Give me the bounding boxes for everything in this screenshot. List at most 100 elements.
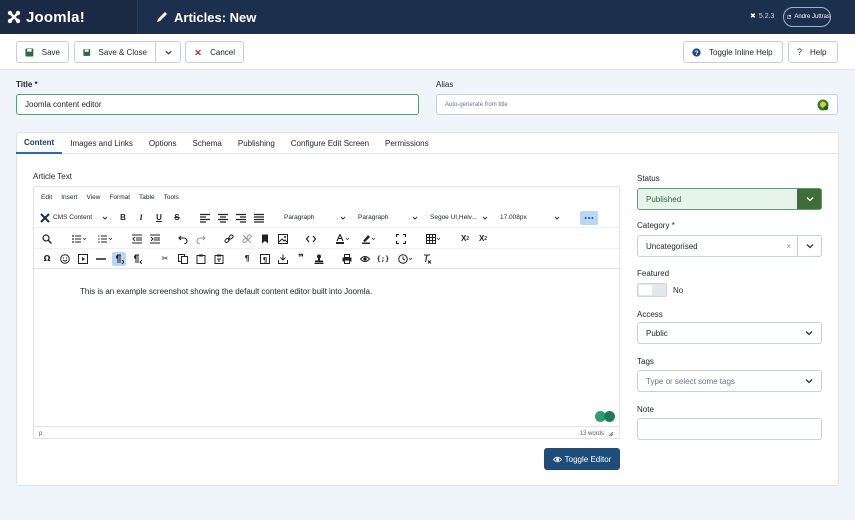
align-right-icon[interactable]	[234, 211, 248, 225]
tab-options[interactable]: Options	[141, 132, 185, 154]
category-dropdown-toggle[interactable]	[797, 236, 821, 256]
unlink-icon[interactable]	[240, 232, 254, 246]
insert-template-icon[interactable]	[276, 252, 290, 266]
numbered-list-icon[interactable]: 123	[94, 232, 116, 246]
editor-toolbar-row-2: 123 X2 X2	[34, 229, 619, 249]
editor-paragraph[interactable]: This is an example screenshot showing th…	[80, 287, 372, 296]
code-sample-icon[interactable]: {;}	[376, 252, 390, 266]
print-icon[interactable]	[340, 252, 354, 266]
save-close-button[interactable]: Save & Close	[75, 42, 156, 62]
toggle-editor-button[interactable]: Toggle Editor	[544, 448, 620, 470]
cut-icon[interactable]: ✂	[158, 252, 172, 266]
cms-content-dropdown[interactable]: CMS Content	[40, 211, 112, 225]
special-character-icon[interactable]: Ω	[40, 252, 54, 266]
emoticons-icon[interactable]	[58, 252, 72, 266]
align-left-icon[interactable]	[198, 211, 212, 225]
horizontal-line-icon[interactable]	[94, 252, 108, 266]
menu-table[interactable]: Table	[139, 194, 155, 201]
table-icon[interactable]	[422, 232, 444, 246]
tab-configure-edit-screen[interactable]: Configure Edit Screen	[283, 132, 377, 154]
undo-icon[interactable]	[176, 232, 190, 246]
version-text: 5.2.3	[758, 12, 775, 20]
alias-field[interactable]: Auto-generate from title	[436, 94, 838, 115]
note-field[interactable]	[637, 418, 822, 440]
tags-select[interactable]: Type or select some tags	[637, 370, 822, 392]
tab-schema[interactable]: Schema	[185, 132, 230, 154]
more-options-button[interactable]	[580, 210, 598, 225]
cancel-button[interactable]: Cancel	[185, 41, 244, 63]
chevron-down-icon	[340, 216, 346, 220]
tab-content[interactable]: Content	[16, 132, 63, 154]
save-button[interactable]: Save	[16, 41, 69, 63]
preview-icon[interactable]	[358, 252, 372, 266]
text-color-icon[interactable]	[332, 232, 354, 246]
menu-edit[interactable]: Edit	[41, 194, 52, 201]
media-icon[interactable]	[76, 252, 90, 266]
article-text-label: Article Text	[33, 172, 72, 181]
link-icon[interactable]	[222, 232, 236, 246]
image-icon[interactable]	[276, 232, 290, 246]
tags-dropdown-toggle[interactable]	[797, 371, 821, 391]
user-menu-button[interactable]: Andre Juttras	[783, 7, 831, 27]
align-justify-icon[interactable]	[252, 211, 266, 225]
joomla-small-icon: ✖	[750, 13, 756, 20]
save-options-dropdown[interactable]	[156, 42, 180, 62]
subscript-icon[interactable]: X2	[458, 232, 472, 246]
rtl-direction-icon[interactable]	[130, 252, 144, 266]
title-field[interactable]: Joomla content editor	[16, 94, 419, 115]
copy-icon[interactable]	[176, 252, 190, 266]
italic-icon[interactable]: I	[134, 211, 148, 225]
menu-insert[interactable]: Insert	[61, 194, 77, 201]
search-replace-icon[interactable]	[40, 232, 54, 246]
rich-text-editor: Edit Insert View Format Table Tools CMS …	[33, 186, 620, 439]
ltr-direction-icon[interactable]	[112, 251, 126, 266]
help-button[interactable]: ? Help	[788, 41, 838, 63]
highlight-color-icon[interactable]	[358, 232, 380, 246]
category-select[interactable]: Uncategorised ×	[637, 235, 822, 257]
block-format-select-2[interactable]: Paragraph	[354, 211, 422, 225]
redo-icon[interactable]	[194, 232, 208, 246]
grammar-checker-widget[interactable]	[595, 411, 615, 422]
font-size-select[interactable]: 17.008px	[496, 211, 564, 225]
bold-icon[interactable]: B	[116, 211, 130, 225]
resize-handle-icon[interactable]	[608, 431, 614, 437]
element-path[interactable]: p	[39, 431, 42, 437]
show-blocks-icon[interactable]: ¶	[240, 252, 254, 266]
editor-content-area[interactable]: This is an example screenshot showing th…	[34, 270, 619, 421]
cms-content-label: CMS Content	[53, 214, 93, 221]
visual-blocks-icon[interactable]: ¶	[258, 252, 272, 266]
align-center-icon[interactable]	[216, 211, 230, 225]
joomla-logo[interactable]: Joomla!	[0, 0, 138, 34]
superscript-icon[interactable]: X2	[476, 232, 490, 246]
fullscreen-icon[interactable]	[394, 232, 408, 246]
menu-format[interactable]: Format	[109, 194, 130, 201]
strikethrough-icon[interactable]: S	[170, 211, 184, 225]
featured-toggle[interactable]	[637, 283, 667, 297]
insert-datetime-icon[interactable]	[394, 252, 416, 266]
block-format-select-1[interactable]: Paragraph	[280, 211, 350, 225]
underline-icon[interactable]: U	[152, 211, 166, 225]
clear-icon[interactable]: ×	[786, 242, 791, 251]
bullet-list-icon[interactable]	[68, 232, 90, 246]
code-icon[interactable]	[304, 232, 318, 246]
access-select[interactable]: Public	[637, 322, 822, 344]
stamp-icon[interactable]	[312, 252, 326, 266]
status-select[interactable]: Published	[637, 188, 822, 210]
status-dropdown-toggle[interactable]	[797, 189, 821, 209]
tab-images-links[interactable]: Images and Links	[62, 132, 141, 154]
clear-formatting-icon[interactable]	[420, 252, 434, 266]
font-family-select[interactable]: Segoe UI,Helv...	[426, 211, 492, 225]
paste-text-icon[interactable]	[212, 252, 226, 266]
indent-icon[interactable]	[148, 232, 162, 246]
blockquote-icon[interactable]: ❞	[294, 252, 308, 266]
outdent-icon[interactable]	[130, 232, 144, 246]
access-dropdown-toggle[interactable]	[797, 323, 821, 343]
paste-icon[interactable]	[194, 252, 208, 266]
bookmark-icon[interactable]	[258, 232, 272, 246]
tab-permissions[interactable]: Permissions	[377, 132, 437, 154]
menu-tools[interactable]: Tools	[164, 194, 179, 201]
grammar-assistant-icon[interactable]	[817, 99, 829, 111]
menu-view[interactable]: View	[86, 194, 100, 201]
tab-publishing[interactable]: Publishing	[230, 132, 283, 154]
toggle-inline-help-button[interactable]: ? Toggle Inline Help	[683, 41, 783, 63]
